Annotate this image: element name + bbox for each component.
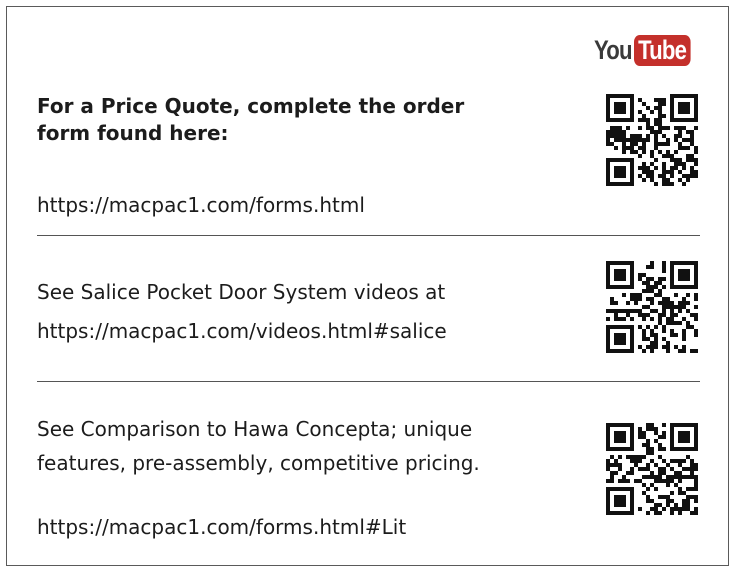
- salice-videos-text: See Salice Pocket Door System videos at: [37, 280, 446, 304]
- youtube-logo[interactable]: You Tube: [594, 35, 703, 66]
- qr-code-icon[interactable]: [606, 423, 698, 515]
- qr-code-icon[interactable]: [606, 261, 698, 353]
- salice-videos-link[interactable]: https://macpac1.com/videos.html#salice: [37, 319, 447, 343]
- youtube-logo-you: You: [594, 35, 633, 65]
- qr-code-icon[interactable]: [606, 94, 698, 186]
- youtube-logo-tube: Tube: [634, 35, 691, 66]
- hawa-comparison-line-2: features, pre-assembly, competitive pric…: [37, 451, 480, 475]
- divider: [37, 235, 700, 236]
- literature-link[interactable]: https://macpac1.com/forms.html#Lit: [37, 515, 406, 539]
- divider: [37, 381, 700, 382]
- price-quote-heading-line-2: form found here:: [37, 121, 229, 145]
- price-quote-heading-line-1: For a Price Quote, complete the order: [37, 94, 465, 118]
- hawa-comparison-line-1: See Comparison to Hawa Concepta; unique: [37, 417, 473, 441]
- order-form-link[interactable]: https://macpac1.com/forms.html: [37, 193, 365, 217]
